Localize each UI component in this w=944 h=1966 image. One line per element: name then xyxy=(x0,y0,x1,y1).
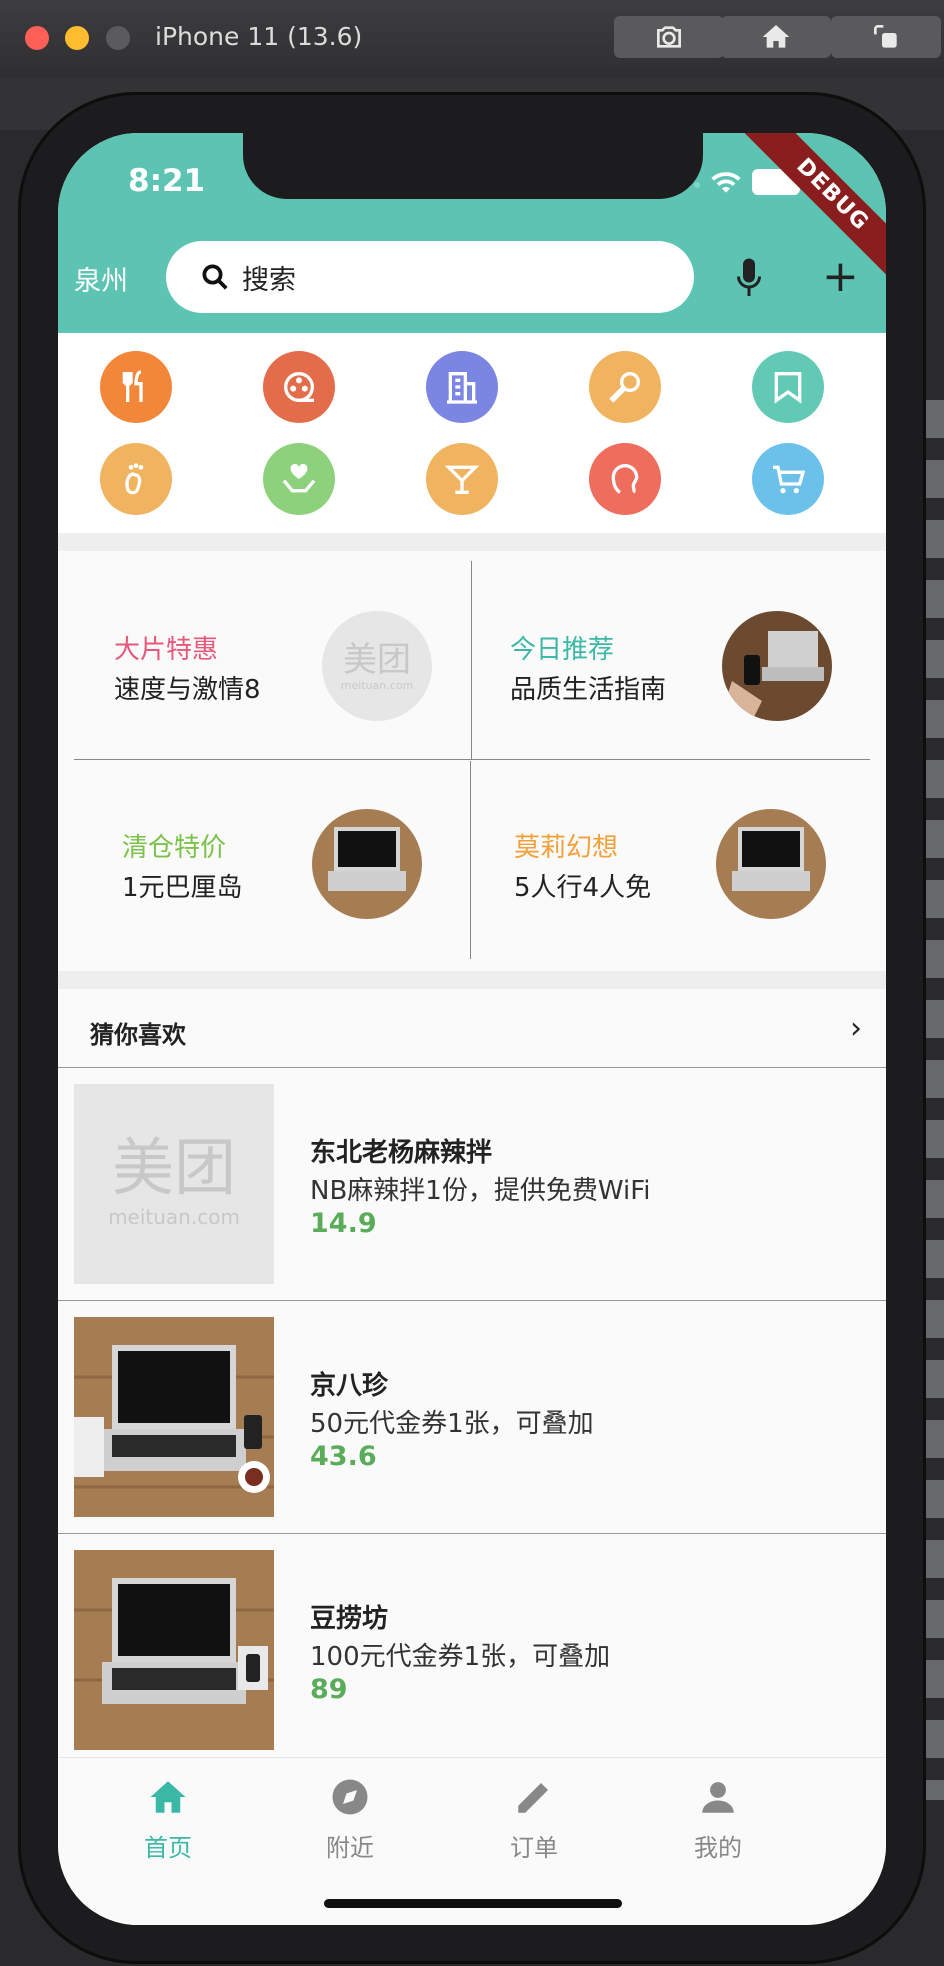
list-item[interactable]: 豆捞坊 100元代金券1张，可叠加 89 xyxy=(58,1534,886,1767)
svg-text:meituan.com: meituan.com xyxy=(108,1205,240,1229)
meituan-logo-image: 美团 meituan.com xyxy=(322,611,432,721)
screenshot-button[interactable] xyxy=(614,16,724,58)
pencil-icon xyxy=(518,1783,548,1813)
category-menu xyxy=(58,333,886,533)
city-selector[interactable]: 泉州 xyxy=(74,259,128,298)
home-indicator[interactable] xyxy=(324,1899,622,1908)
utensils-icon xyxy=(122,370,143,402)
promo-subtitle: 1元巴厘岛 xyxy=(122,873,243,903)
item-name: 京八珍 xyxy=(310,1371,389,1401)
section-title: 猜你喜欢 xyxy=(90,1021,186,1049)
minimize-window-button[interactable] xyxy=(65,26,89,50)
section-divider xyxy=(58,971,886,989)
footprint-icon xyxy=(125,463,144,495)
chevron-right-icon: › xyxy=(850,1011,862,1046)
laptop-photo xyxy=(74,1550,274,1750)
face-profile-icon xyxy=(611,464,639,494)
menu-item-bar[interactable] xyxy=(426,443,498,515)
menu-item-hotel[interactable] xyxy=(426,351,498,423)
item-price: 14.9 xyxy=(310,1208,377,1239)
item-price: 89 xyxy=(310,1674,348,1705)
svg-text:美团: 美团 xyxy=(343,640,411,680)
menu-item-charity[interactable] xyxy=(263,443,335,515)
item-price: 43.6 xyxy=(310,1441,377,1472)
phone-screen: DEBUG 8:21 泉州 搜索 + 大片特惠 速度与激情8 美团 meitua… xyxy=(58,133,886,1925)
house-icon xyxy=(762,25,790,48)
menu-item-food[interactable] xyxy=(100,351,172,423)
promo-grid: 大片特惠 速度与激情8 美团 meituan.com 今日推荐 品质生活指南 清仓… xyxy=(58,551,886,971)
menu-item-bookmark[interactable] xyxy=(752,351,824,423)
heart-hands-icon xyxy=(282,463,316,493)
tab-nearby[interactable]: 附近 xyxy=(290,1776,410,1863)
building-icon xyxy=(447,372,477,404)
person-icon xyxy=(702,1782,734,1813)
promo-title: 莫莉幻想 xyxy=(514,833,619,863)
rotate-icon xyxy=(874,25,897,48)
tab-label: 我的 xyxy=(694,1834,742,1862)
grid-divider xyxy=(470,761,471,959)
tab-orders[interactable]: 订单 xyxy=(474,1776,594,1863)
phone-laptop-photo xyxy=(722,611,832,721)
simulator-title-bar: iPhone 11 (13.6) xyxy=(0,0,944,79)
list-item[interactable]: 京八珍 50元代金券1张，可叠加 43.6 xyxy=(58,1301,886,1534)
list-item[interactable]: 美团 meituan.com 东北老杨麻辣拌 NB麻辣拌1份，提供免费WiFi 1… xyxy=(58,1068,886,1301)
home-button[interactable] xyxy=(721,16,831,58)
promo-subtitle: 速度与激情8 xyxy=(114,675,261,705)
tab-mine[interactable]: 我的 xyxy=(658,1776,778,1863)
camera-icon xyxy=(657,26,681,48)
rotate-button[interactable] xyxy=(831,16,941,58)
item-name: 东北老杨麻辣拌 xyxy=(310,1138,493,1168)
tab-home[interactable]: 首页 xyxy=(108,1776,228,1863)
microphone-icon[interactable] xyxy=(734,257,764,299)
search-bar[interactable]: 搜索 xyxy=(166,241,694,313)
item-name: 豆捞坊 xyxy=(310,1604,389,1634)
item-desc: NB麻辣拌1份，提供免费WiFi xyxy=(310,1176,651,1206)
laptop-photo xyxy=(312,809,422,919)
promo-subtitle: 品质生活指南 xyxy=(510,675,667,705)
item-desc: 100元代金券1张，可叠加 xyxy=(310,1642,611,1672)
menu-item-foot[interactable] xyxy=(100,443,172,515)
simulator-title: iPhone 11 (13.6) xyxy=(155,22,363,51)
compass-icon xyxy=(332,1779,368,1815)
svg-text:meituan.com: meituan.com xyxy=(341,679,414,692)
film-reel-icon xyxy=(284,372,314,402)
meituan-logo-image: 美团 meituan.com xyxy=(74,1084,274,1284)
tab-label: 首页 xyxy=(144,1834,192,1862)
notch xyxy=(243,133,703,199)
laptop-photo xyxy=(716,809,826,919)
wifi-icon xyxy=(711,172,741,193)
bookmark-icon xyxy=(774,372,802,404)
menu-item-beauty[interactable] xyxy=(589,443,661,515)
svg-text:美团: 美团 xyxy=(112,1131,236,1204)
home-icon xyxy=(150,1781,186,1813)
item-desc: 50元代金券1张，可叠加 xyxy=(310,1409,594,1439)
menu-item-shopping[interactable] xyxy=(752,443,824,515)
menu-item-ktv[interactable] xyxy=(589,351,661,423)
close-window-button[interactable] xyxy=(25,26,49,50)
guess-you-like-header[interactable]: 猜你喜欢 › xyxy=(58,989,886,1068)
promo-title: 清仓特价 xyxy=(122,833,227,863)
tab-label: 附近 xyxy=(326,1834,374,1862)
status-time: 8:21 xyxy=(128,163,206,199)
promo-title: 大片特惠 xyxy=(114,635,219,665)
laptop-photo xyxy=(74,1317,274,1517)
tab-label: 订单 xyxy=(510,1834,558,1862)
promo-title: 今日推荐 xyxy=(510,635,615,665)
search-input[interactable]: 搜索 xyxy=(242,258,296,297)
microphone-icon xyxy=(609,372,640,403)
zoom-window-button[interactable] xyxy=(106,26,130,50)
grid-divider xyxy=(471,561,472,759)
section-divider xyxy=(58,533,886,551)
menu-item-movie[interactable] xyxy=(263,351,335,423)
cart-icon xyxy=(773,465,806,494)
add-button[interactable]: + xyxy=(822,255,859,299)
cocktail-icon xyxy=(444,465,480,494)
promo-subtitle: 5人行4人免 xyxy=(514,873,652,903)
grid-divider xyxy=(74,759,870,760)
search-icon xyxy=(202,264,228,290)
